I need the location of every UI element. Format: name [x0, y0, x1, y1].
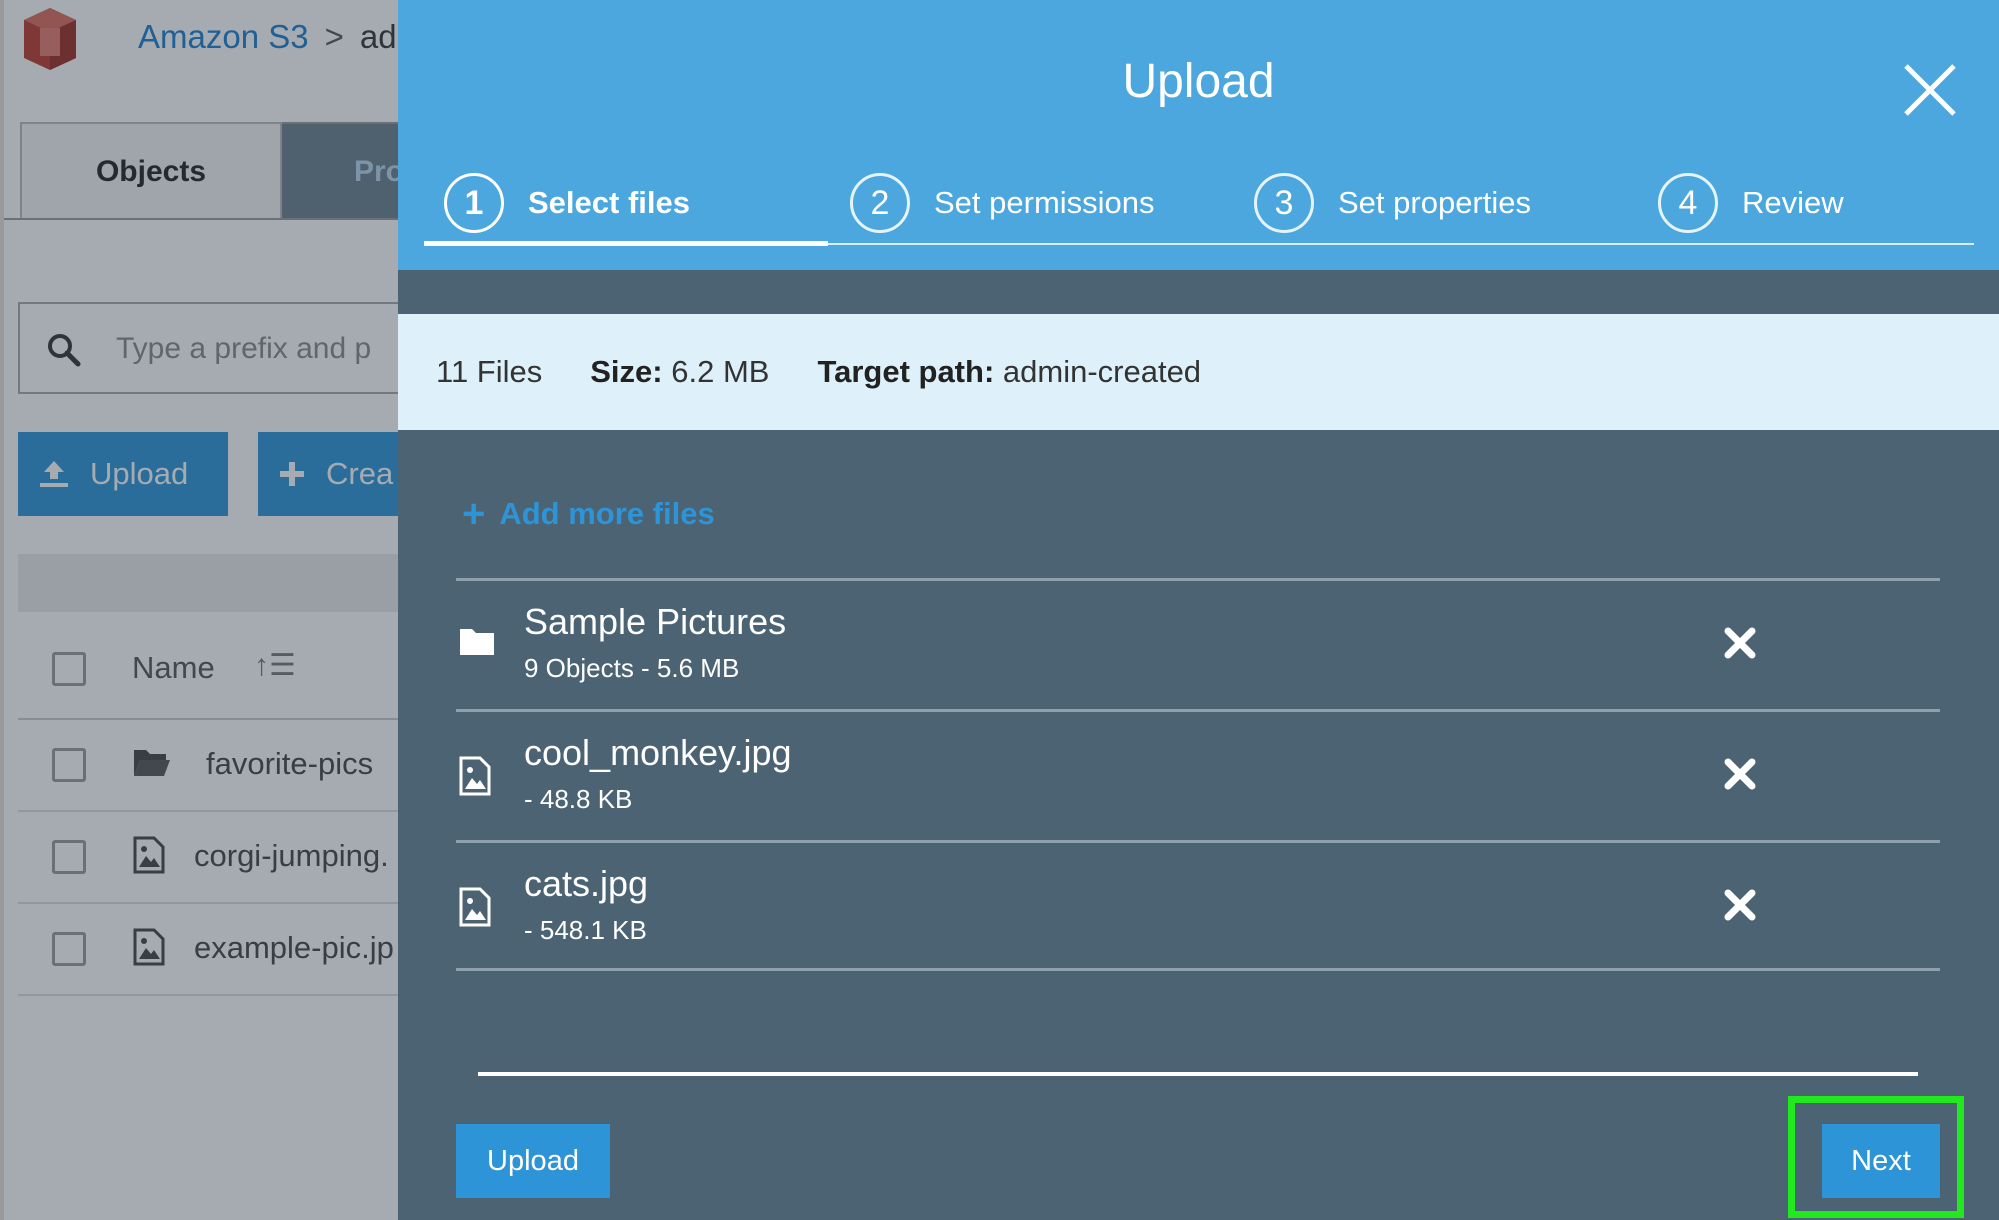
image-file-icon	[459, 887, 491, 927]
upload-summary-bar: 11 Files Size: 6.2 MB Target path: admin…	[398, 314, 1999, 430]
file-row: cats.jpg - 548.1 KB	[456, 840, 1940, 971]
step-label: Set permissions	[934, 185, 1155, 220]
active-step-indicator	[424, 241, 828, 246]
step-number: 2	[850, 173, 910, 233]
size-value: 6.2 MB	[671, 354, 770, 389]
plus-icon: +	[462, 492, 486, 536]
step-label: Select files	[528, 185, 690, 220]
add-more-files-label: Add more files	[499, 496, 715, 531]
remove-file-icon[interactable]	[1722, 625, 1758, 661]
file-row: cool_monkey.jpg - 48.8 KB	[456, 709, 1940, 840]
step-set-permissions[interactable]: 2 Set permissions	[850, 170, 1155, 236]
remove-file-icon[interactable]	[1722, 756, 1758, 792]
file-row: Sample Pictures 9 Objects - 5.6 MB	[456, 578, 1940, 709]
dialog-title: Upload	[1122, 55, 1275, 108]
file-meta: - 548.1 KB	[524, 915, 647, 945]
footer-divider	[478, 1072, 1918, 1076]
file-name: cool_monkey.jpg	[524, 732, 792, 773]
step-number: 4	[1658, 173, 1718, 233]
target-path-value: admin-created	[1002, 354, 1202, 389]
window-edge	[0, 0, 4, 1220]
size-label: Size:	[590, 354, 663, 389]
step-number: 1	[444, 173, 504, 233]
folder-icon	[460, 629, 494, 655]
target-path-label: Target path:	[817, 354, 995, 389]
step-select-files[interactable]: 1 Select files	[444, 170, 690, 236]
file-name: Sample Pictures	[524, 601, 787, 642]
selected-files-list: Sample Pictures 9 Objects - 5.6 MB cool_…	[456, 578, 1940, 971]
step-label: Set properties	[1338, 185, 1531, 220]
add-more-files-link[interactable]: + Add more files	[462, 494, 715, 534]
remove-file-icon[interactable]	[1722, 887, 1758, 923]
file-meta: 9 Objects - 5.6 MB	[524, 653, 740, 683]
wizard-steps: 1 Select files 2 Set permissions 3 Set p…	[424, 170, 1974, 246]
file-name: cats.jpg	[524, 863, 649, 904]
step-review[interactable]: 4 Review	[1658, 170, 1844, 236]
step-label: Review	[1742, 185, 1844, 220]
file-count: 11 Files	[436, 354, 543, 389]
file-meta: - 48.8 KB	[524, 784, 633, 814]
image-file-icon	[459, 756, 491, 796]
step-number: 3	[1254, 173, 1314, 233]
next-button[interactable]: Next	[1822, 1124, 1940, 1198]
upload-button[interactable]: Upload	[456, 1124, 610, 1198]
close-icon[interactable]	[1900, 60, 1960, 120]
step-set-properties[interactable]: 3 Set properties	[1254, 170, 1531, 236]
dialog-header: Upload 1 Select files 2 Set permissions …	[398, 0, 1999, 270]
upload-dialog: Upload 1 Select files 2 Set permissions …	[398, 0, 1999, 1220]
